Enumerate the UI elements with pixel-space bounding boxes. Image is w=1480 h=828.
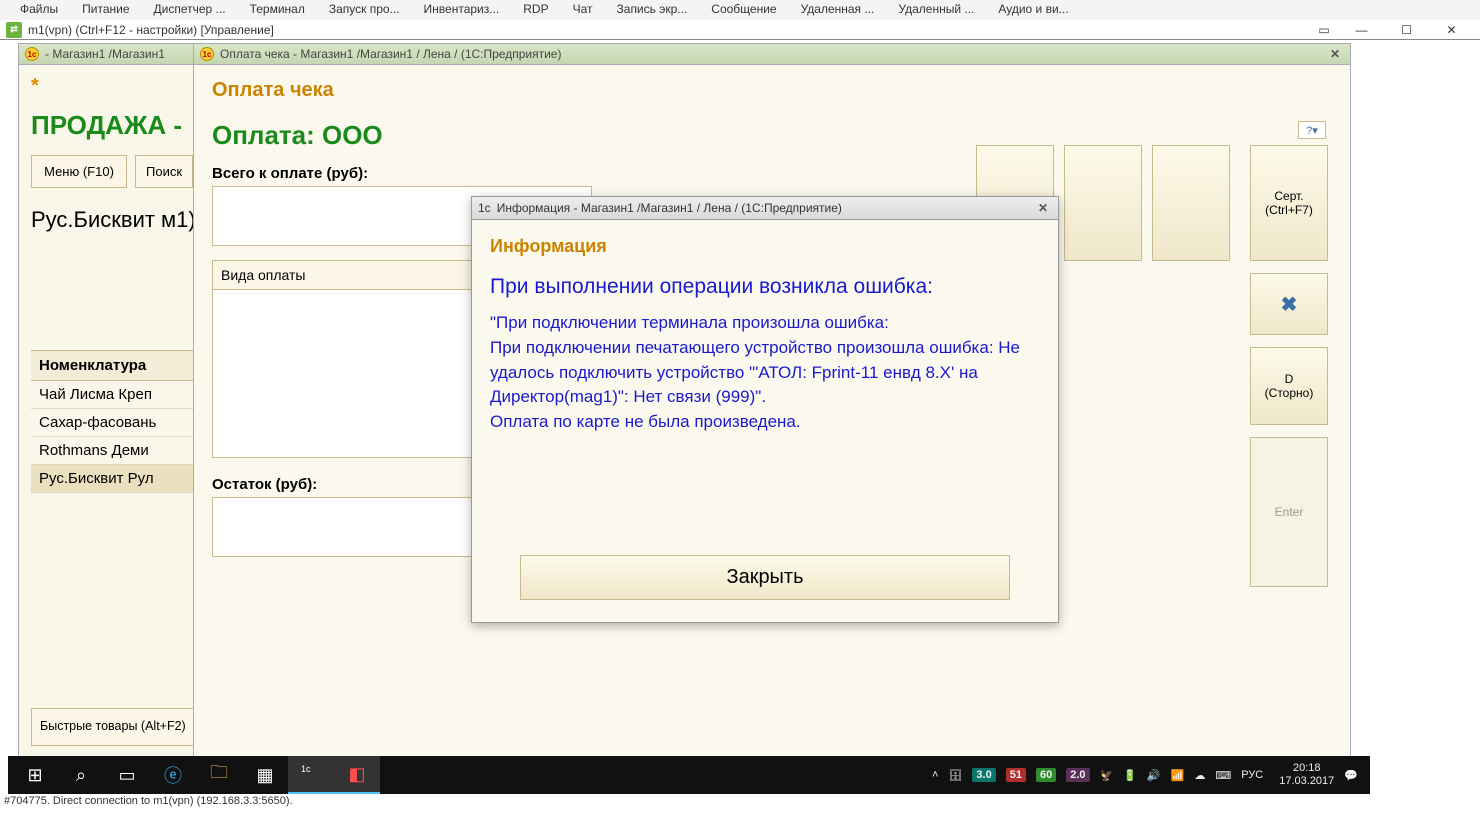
enter-button[interactable]: Enter — [1250, 437, 1328, 587]
x-icon: ✖ — [1281, 292, 1298, 317]
error-line: При подключении печатающего устройство п… — [490, 336, 1040, 410]
tray-badge[interactable]: 3.0 — [972, 768, 995, 782]
menu-item[interactable]: Запись экр... — [617, 2, 688, 18]
close-dialog-button[interactable]: Закрыть — [520, 555, 1010, 600]
payment-titlebar[interactable]: 1c Оплата чека - Магазин1 /Магазин1 / Ле… — [193, 43, 1351, 65]
desktop-area: 1c - Магазин1 /Магазин1 * ПРОДАЖА - Меню… — [0, 40, 1480, 788]
vpn-titlebar: ⇄ m1(vpn) (Ctrl+F12 - настройки) [Управл… — [0, 20, 1480, 40]
info-heading: Информация — [490, 236, 1040, 257]
error-title: При выполнении операции возникла ошибка: — [490, 273, 1040, 301]
payment-window-title: Оплата чека - Магазин1 /Магазин1 / Лена … — [220, 47, 561, 61]
menu-item[interactable]: Инвентариз... — [424, 2, 500, 18]
tray-volume-icon[interactable]: 🔊 — [1147, 769, 1161, 782]
payment-heading: Оплата чека — [212, 79, 1332, 102]
tray-cloud-icon[interactable]: ☁ — [1194, 769, 1205, 782]
host-menubar: Файлы Питание Диспетчер ... Терминал Зап… — [0, 0, 1480, 20]
blank-button-2[interactable] — [1064, 145, 1142, 261]
clock-date: 17.03.2017 — [1279, 775, 1334, 788]
tray-db-icon[interactable]: 🗄 — [948, 769, 962, 782]
1c-icon: 1c — [478, 201, 491, 215]
menu-item[interactable]: Файлы — [20, 2, 58, 18]
menu-item[interactable]: Удаленный ... — [898, 2, 974, 18]
app-taskbar-icon[interactable]: ◧ — [334, 756, 380, 794]
info-dialog: 1c Информация - Магазин1 /Магазин1 / Лен… — [471, 196, 1059, 623]
close-button[interactable]: ✕ — [1429, 20, 1474, 40]
info-titlebar[interactable]: 1c Информация - Магазин1 /Магазин1 / Лен… — [471, 196, 1059, 220]
menu-item[interactable]: Сообщение — [711, 2, 776, 18]
cancel-button[interactable]: ✖ — [1250, 273, 1328, 335]
sale-window-title: - Магазин1 /Магазин1 — [45, 47, 165, 61]
tray-badge[interactable]: 60 — [1036, 768, 1056, 782]
tray-wifi-icon[interactable]: 📶 — [1171, 769, 1185, 782]
1c-icon: 1c — [25, 47, 39, 61]
taskbar[interactable]: ⊞ ⌕ ▭ ⓔ 🗀 ▦ 1c ◧ ˄ 🗄 3.0 51 60 2.0 🦅 🔋 🔊… — [8, 756, 1370, 794]
menu-item[interactable]: Питание — [82, 2, 129, 18]
calculator-icon[interactable]: ▦ — [242, 756, 288, 794]
system-tray[interactable]: ˄ 🗄 3.0 51 60 2.0 🦅 🔋 🔊 📶 ☁ ⌨ РУС 20:18 … — [932, 762, 1366, 788]
restore-icon[interactable]: ▭ — [1309, 20, 1339, 40]
menu-item[interactable]: RDP — [523, 2, 548, 18]
tray-badge[interactable]: 51 — [1006, 768, 1026, 782]
tray-chevron-icon[interactable]: ˄ — [932, 769, 938, 781]
menu-button[interactable]: Меню (F10) — [31, 155, 127, 188]
menu-item[interactable]: Терминал — [250, 2, 305, 18]
1c-taskbar-icon[interactable]: 1c — [288, 756, 334, 794]
minimize-button[interactable]: — — [1339, 20, 1384, 40]
menu-item[interactable]: Чат — [573, 2, 593, 18]
error-line: "При подключении терминала произошла оши… — [490, 311, 1040, 336]
1c-icon: 1c — [200, 47, 214, 61]
tray-badge[interactable]: 2.0 — [1066, 768, 1089, 782]
notifications-icon[interactable]: 💬 — [1344, 769, 1358, 782]
tray-keyboard-icon[interactable]: ⌨ — [1215, 769, 1231, 782]
help-dropdown-icon[interactable]: ?▾ — [1298, 121, 1326, 139]
task-view-icon[interactable]: ▭ — [104, 756, 150, 794]
tray-emblem-icon[interactable]: 🦅 — [1100, 769, 1114, 782]
vpn-title: m1(vpn) (Ctrl+F12 - настройки) [Управлен… — [28, 23, 1309, 37]
menu-item[interactable]: Диспетчер ... — [154, 2, 226, 18]
close-icon[interactable]: ✕ — [1034, 199, 1052, 217]
menu-item[interactable]: Запуск про... — [329, 2, 400, 18]
explorer-icon[interactable]: 🗀 — [196, 756, 242, 794]
menu-item[interactable]: Аудио и ви... — [998, 2, 1068, 18]
error-line: Оплата по карте не была произведена. — [490, 410, 1040, 435]
blank-button-3[interactable] — [1152, 145, 1230, 261]
clock-time: 20:18 — [1279, 762, 1334, 775]
close-icon[interactable]: ✕ — [1326, 45, 1344, 63]
start-button[interactable]: ⊞ — [12, 756, 58, 794]
language-indicator[interactable]: РУС — [1241, 769, 1263, 781]
cert-button[interactable]: Серт. (Ctrl+F7) — [1250, 145, 1328, 261]
search-button[interactable]: Поиск — [135, 155, 193, 188]
menu-item[interactable]: Удаленная ... — [801, 2, 875, 18]
maximize-button[interactable]: ☐ — [1384, 20, 1429, 40]
vpn-icon: ⇄ — [6, 22, 22, 38]
storno-button[interactable]: D (Сторно) — [1250, 347, 1328, 425]
info-window-title: Информация - Магазин1 /Магазин1 / Лена /… — [497, 201, 842, 215]
fast-goods-button[interactable]: Быстрые товары (Alt+F2) — [31, 708, 195, 746]
clock[interactable]: 20:18 17.03.2017 — [1279, 762, 1334, 788]
search-icon[interactable]: ⌕ — [58, 756, 104, 794]
terminal-output: #704775. Direct connection to m1(vpn) (1… — [4, 794, 1370, 828]
tray-battery-icon[interactable]: 🔋 — [1123, 769, 1137, 782]
edge-icon[interactable]: ⓔ — [150, 756, 196, 794]
